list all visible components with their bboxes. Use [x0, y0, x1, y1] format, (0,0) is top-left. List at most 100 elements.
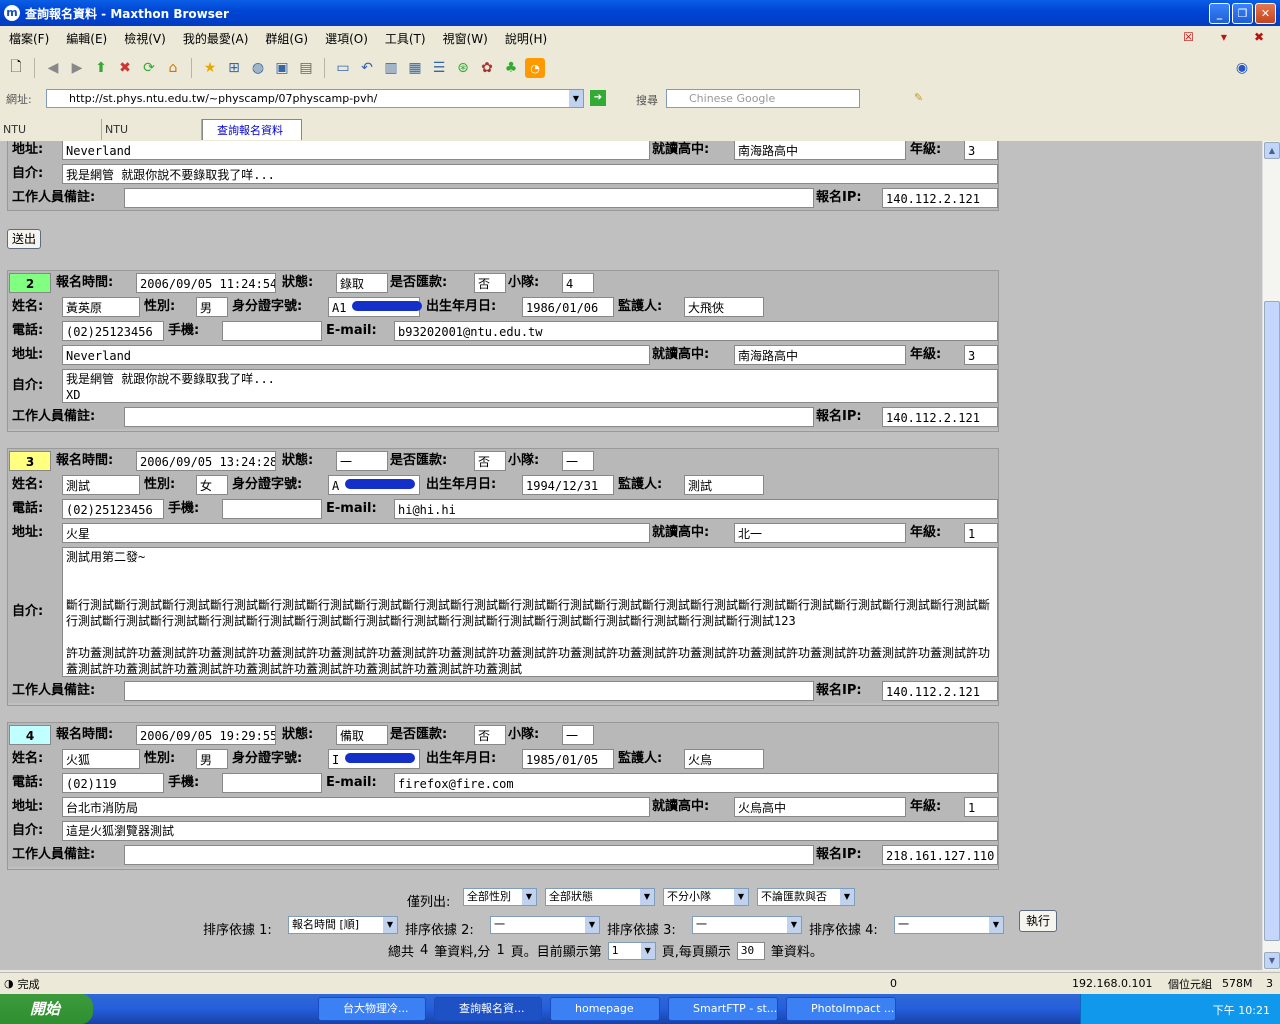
school-field[interactable]: 南海路高中	[734, 345, 906, 365]
grade-field[interactable]: 3	[964, 345, 998, 365]
sort2-select[interactable]: 一 ▼	[490, 916, 600, 934]
task-item-1[interactable]: 台大物理冷...	[318, 997, 426, 1021]
ip-field[interactable]: 140.112.2.121	[882, 681, 998, 701]
new-page-icon[interactable]: 🗋	[6, 58, 26, 78]
ip-field[interactable]: 140.112.2.121	[882, 188, 998, 208]
intro-field[interactable]: 測試用第二發~ 斷行測試斷行測試斷行測試斷行測試斷行測試斷行測試斷行測試斷行測試斷…	[62, 547, 998, 677]
dropdown-icon[interactable]: ▼	[989, 917, 1003, 933]
scroll-thumb[interactable]	[1264, 301, 1280, 941]
mobile-field[interactable]	[222, 773, 322, 793]
window-icon[interactable]: ▣	[272, 58, 292, 78]
search-input[interactable]: Chinese Google	[666, 89, 860, 108]
scroll-up-icon[interactable]: ▲	[1264, 142, 1280, 159]
rss-icon[interactable]: ◔	[525, 58, 545, 78]
birth-field[interactable]: 1986/01/06	[522, 297, 614, 317]
staff-note-field[interactable]	[124, 681, 814, 701]
grade-field[interactable]: 1	[964, 797, 998, 817]
dropdown-icon[interactable]: ▼	[522, 889, 536, 905]
layout-icon[interactable]: ▥	[381, 58, 401, 78]
dropdown-icon[interactable]: ▼	[640, 942, 655, 959]
dropdown-icon[interactable]: ▼	[585, 917, 599, 933]
guardian-field[interactable]: 測試	[684, 475, 764, 495]
dropdown-icon[interactable]: ▼	[734, 889, 748, 905]
gender-field[interactable]: 女	[196, 475, 228, 495]
gender-field[interactable]: 男	[196, 297, 228, 317]
tab-query[interactable]: 查詢報名資料	[202, 119, 302, 140]
list-icon[interactable]: ☰	[429, 58, 449, 78]
email-field[interactable]: firefox@fire.com	[394, 773, 998, 793]
sync-icon[interactable]: ⊛	[453, 58, 473, 78]
intro-field[interactable]: 我是網管 就跟你說不要錄取我了咩... XD	[62, 369, 998, 403]
paid-field[interactable]: 否	[474, 725, 506, 745]
restore-button[interactable]: ❐	[1232, 3, 1253, 24]
paid-filter[interactable]: 不論匯款與否 ▼	[757, 888, 855, 906]
staff-note-field[interactable]	[124, 845, 814, 865]
url-input[interactable]: http://st.phys.ntu.edu.tw/~physcamp/07ph…	[46, 89, 584, 108]
mobile-field[interactable]	[222, 499, 322, 519]
school-field[interactable]: 火烏高中	[734, 797, 906, 817]
time-field[interactable]: 2006/09/05 13:24:28	[136, 451, 276, 471]
grade-field[interactable]: 1	[964, 523, 998, 543]
sort4-select[interactable]: 一 ▼	[894, 916, 1004, 934]
dropdown-icon[interactable]: ▼	[383, 917, 397, 933]
undo-icon[interactable]: ↶	[357, 58, 377, 78]
school-field[interactable]: 北一	[734, 523, 906, 543]
task-item-4[interactable]: SmartFTP - st...	[668, 997, 778, 1021]
name-field[interactable]: 測試	[62, 475, 140, 495]
email-field[interactable]: hi@hi.hi	[394, 499, 998, 519]
team-filter[interactable]: 不分小隊 ▼	[663, 888, 749, 906]
menu-favorites[interactable]: 我的最愛(A)	[183, 30, 249, 47]
submit-button[interactable]: 送出	[7, 229, 41, 249]
paid-field[interactable]: 否	[474, 451, 506, 471]
mobile-field[interactable]	[222, 321, 322, 341]
menu-options[interactable]: 選項(O)	[325, 30, 368, 47]
grade-field[interactable]: 3	[964, 141, 998, 160]
menu-edit[interactable]: 編輯(E)	[66, 30, 107, 47]
home-icon[interactable]: ⌂	[163, 58, 183, 78]
back-icon[interactable]: ◀	[43, 58, 63, 78]
name-field[interactable]: 火狐	[62, 749, 140, 769]
tab-menu-icon[interactable]: ▾	[1221, 30, 1227, 44]
tree-icon[interactable]: ♣	[501, 58, 521, 78]
team-field[interactable]: 一	[562, 725, 594, 745]
phone-field[interactable]: (02)25123456	[62, 321, 164, 341]
dropdown-icon[interactable]: ▼	[840, 889, 854, 905]
staff-note-field[interactable]	[124, 407, 814, 427]
email-field[interactable]: b93202001@ntu.edu.tw	[394, 321, 998, 341]
menu-file[interactable]: 檔案(F)	[9, 30, 49, 47]
status-field[interactable]: 錄取	[336, 273, 388, 293]
paid-field[interactable]: 否	[474, 273, 506, 293]
sort1-select[interactable]: 報名時間 [順] ▼	[288, 916, 398, 934]
go-icon[interactable]: ➔	[590, 90, 606, 106]
intro-field[interactable]: 我是網管 就跟你說不要錄取我了咩...	[62, 164, 998, 184]
staff-note-field[interactable]	[124, 188, 814, 208]
guardian-field[interactable]: 大飛俠	[684, 297, 764, 317]
guardian-field[interactable]: 火烏	[684, 749, 764, 769]
birth-field[interactable]: 1985/01/05	[522, 749, 614, 769]
close-button[interactable]: ✕	[1255, 3, 1276, 24]
status-field[interactable]: 備取	[336, 725, 388, 745]
task-item-3[interactable]: homepage	[550, 997, 660, 1021]
school-field[interactable]: 南海路高中	[734, 141, 906, 160]
menu-window[interactable]: 視窗(W)	[443, 30, 488, 47]
start-button[interactable]: 開始	[0, 994, 93, 1024]
favorites-icon[interactable]: ★	[200, 58, 220, 78]
task-item-5[interactable]: PhotoImpact ...	[786, 997, 896, 1021]
per-page-input[interactable]: 30	[736, 941, 765, 960]
intro-field[interactable]: 這是火狐瀏覽器測試	[62, 821, 998, 841]
globe-icon[interactable]: ◍	[248, 58, 268, 78]
dropdown-icon[interactable]: ▼	[787, 917, 801, 933]
minimize-button[interactable]: _	[1209, 3, 1230, 24]
split-icon[interactable]: ▦	[405, 58, 425, 78]
ip-field[interactable]: 218.161.127.110	[882, 845, 998, 865]
name-field[interactable]: 黃英原	[62, 297, 140, 317]
address-field[interactable]: 火星	[62, 523, 650, 543]
gender-filter[interactable]: 全部性別 ▼	[463, 888, 537, 906]
menu-help[interactable]: 說明(H)	[505, 30, 547, 47]
address-field[interactable]: Neverland	[62, 345, 650, 365]
scroll-down-icon[interactable]: ▼	[1264, 952, 1280, 969]
team-field[interactable]: 4	[562, 273, 594, 293]
forward-icon[interactable]: ▶	[67, 58, 87, 78]
dropdown-icon[interactable]: ▼	[640, 889, 654, 905]
close-tab-icon[interactable]: ☒	[1183, 30, 1194, 44]
